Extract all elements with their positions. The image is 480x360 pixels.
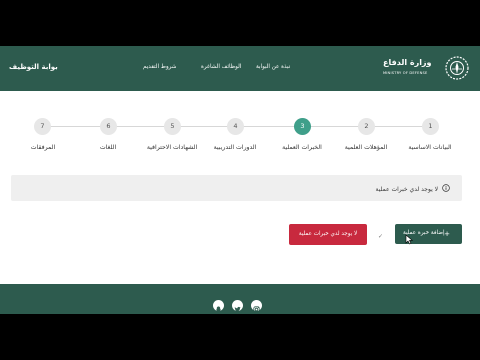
alert-text-container: لا يوجد لدي خبرات عملية bbox=[376, 183, 450, 193]
step-1-label: البيانات الاساسية bbox=[408, 144, 452, 151]
ministry-logo[interactable]: وزارة الدفاع MINISTRY OF DEFENSE bbox=[380, 54, 472, 84]
no-experience-label: لا يوجد لدي خبرات عملية bbox=[298, 231, 358, 237]
step-4-circle[interactable]: 4 bbox=[227, 118, 244, 135]
ministry-emblem-icon bbox=[445, 56, 469, 80]
logo-text-english: MINISTRY OF DEFENSE bbox=[383, 71, 428, 75]
step-3-circle-active[interactable]: 3 bbox=[294, 118, 311, 135]
step-6-label: اللغات bbox=[99, 144, 117, 151]
nav-about-portal[interactable]: نبذة عن البوابة bbox=[256, 64, 290, 70]
no-experience-alert: لا يوجد لدي خبرات عملية bbox=[11, 175, 462, 201]
nav-vacant-jobs[interactable]: الوظائف الشاغرة bbox=[201, 64, 241, 70]
step-4-label: الدورات التدريبية bbox=[213, 144, 257, 151]
step-5-label: الشهادات الاحترافية bbox=[146, 144, 198, 151]
step-5-circle[interactable]: 5 bbox=[164, 118, 181, 135]
plus-icon: + bbox=[444, 230, 450, 238]
step-3-label: الخبرات العملية bbox=[282, 144, 322, 151]
step-2-label: المؤهلات العلمية bbox=[344, 144, 388, 151]
logo-text-arabic: وزارة الدفاع bbox=[383, 58, 432, 67]
step-7-label: المرفقات bbox=[30, 144, 56, 151]
info-icon bbox=[442, 184, 450, 192]
step-7-circle[interactable]: 7 bbox=[34, 118, 51, 135]
step-2-circle[interactable]: 2 bbox=[358, 118, 375, 135]
letterbox-bottom bbox=[0, 314, 480, 360]
browser-page: بوابة التوظيف شروط التقديم الوظائف الشاغ… bbox=[0, 46, 480, 314]
nav-application-conditions[interactable]: شروط التقديم bbox=[143, 64, 176, 70]
snapchat-icon[interactable] bbox=[213, 300, 224, 313]
letterbox-top bbox=[0, 0, 480, 46]
site-header: بوابة التوظيف شروط التقديم الوظائف الشاغ… bbox=[0, 46, 480, 91]
checkmark-icon: ✓ bbox=[378, 233, 384, 240]
no-experience-button[interactable]: لا يوجد لدي خبرات عملية bbox=[289, 224, 367, 245]
video-frame: بوابة التوظيف شروط التقديم الوظائف الشاغ… bbox=[0, 0, 480, 360]
mouse-cursor-icon bbox=[405, 234, 414, 245]
step-6-circle[interactable]: 6 bbox=[100, 118, 117, 135]
alert-message: لا يوجد لدي خبرات عملية bbox=[375, 186, 439, 193]
twitter-icon[interactable] bbox=[232, 300, 243, 312]
instagram-icon[interactable] bbox=[251, 300, 262, 313]
step-1-circle[interactable]: 1 bbox=[422, 118, 439, 135]
portal-title[interactable]: بوابة التوظيف bbox=[9, 63, 58, 71]
